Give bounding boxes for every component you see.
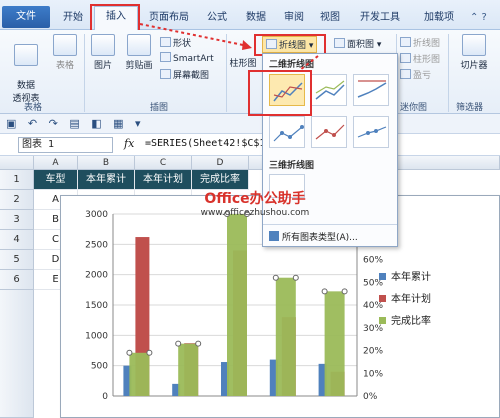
watermark-url: www.officezhushou.com: [200, 208, 310, 218]
watermark: Office办公助手 www.officezhushou.com: [175, 188, 335, 218]
watermark-brand: Office办公助手: [204, 191, 306, 207]
highlight-line-option: [248, 70, 312, 116]
